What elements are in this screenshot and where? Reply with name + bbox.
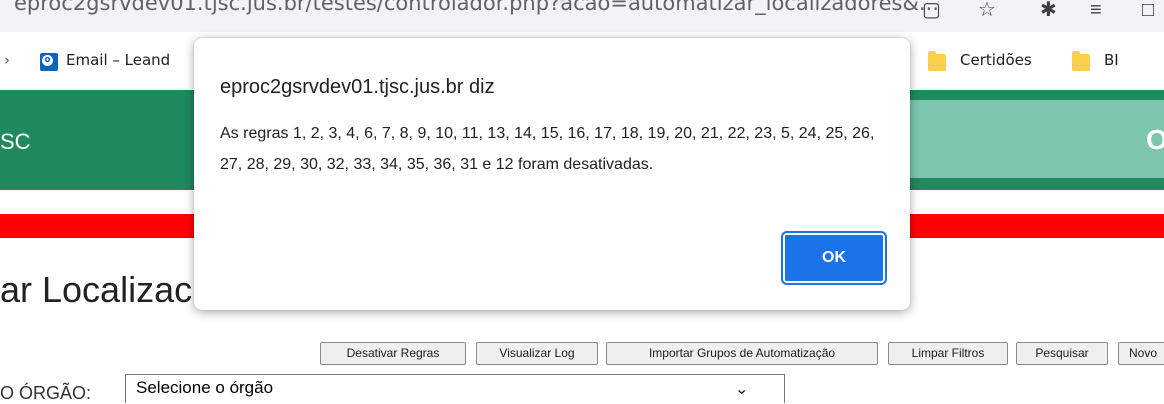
bookmark-star-icon[interactable]: ☆ <box>978 0 996 20</box>
orgao-select-value: Selecione o órgão <box>136 378 274 397</box>
header-brand: SC <box>0 129 31 154</box>
pesquisar-button[interactable]: Pesquisar <box>1016 342 1108 365</box>
dialog-message: As regras 1, 2, 3, 4, 6, 7, 8, 9, 10, 11… <box>220 125 875 173</box>
importar-grupos-button[interactable]: Importar Grupos de Automatização <box>606 342 878 365</box>
bookmark-email[interactable]: Email – Leand <box>66 51 170 69</box>
header-right-letter: O <box>1146 124 1164 155</box>
folder-icon <box>1072 51 1090 71</box>
outlook-icon: o <box>40 53 58 71</box>
url-text[interactable]: eproc2gsrvdev01.tjsc.jus.br/testes/contr… <box>14 0 939 15</box>
bookmark-bi[interactable]: BI <box>1104 51 1119 69</box>
media-icon[interactable]: ≡ <box>1090 0 1102 20</box>
orgao-select[interactable]: Selecione o órgão ⌄ <box>125 374 785 403</box>
visualizar-log-button[interactable]: Visualizar Log <box>476 342 598 365</box>
share-icon[interactable]: ▢ <box>922 0 941 20</box>
desativar-regras-button[interactable]: Desativar Regras <box>320 342 466 365</box>
novo-button[interactable]: Novo <box>1118 342 1164 365</box>
chevron-down-icon: ⌄ <box>735 381 749 398</box>
folder-icon <box>928 51 946 71</box>
bookmark-certidoes[interactable]: Certidões <box>960 51 1032 69</box>
extensions-icon[interactable]: ✱ <box>1040 0 1057 20</box>
limpar-filtros-button[interactable]: Limpar Filtros <box>888 342 1008 365</box>
orgao-label: O ÓRGÃO: <box>0 383 92 403</box>
window-icon[interactable]: □ <box>1142 0 1154 20</box>
address-bar[interactable]: eproc2gsrvdev01.tjsc.jus.br/testes/contr… <box>0 0 1164 32</box>
dialog-title: eproc2gsrvdev01.tjsc.jus.br diz <box>220 76 495 98</box>
page-title: ar Localizac <box>0 269 193 310</box>
alert-dialog: eproc2gsrvdev01.tjsc.jus.br diz As regra… <box>194 38 910 310</box>
ok-button[interactable]: OK <box>781 231 887 285</box>
chevron-right-icon[interactable]: › <box>4 51 10 69</box>
